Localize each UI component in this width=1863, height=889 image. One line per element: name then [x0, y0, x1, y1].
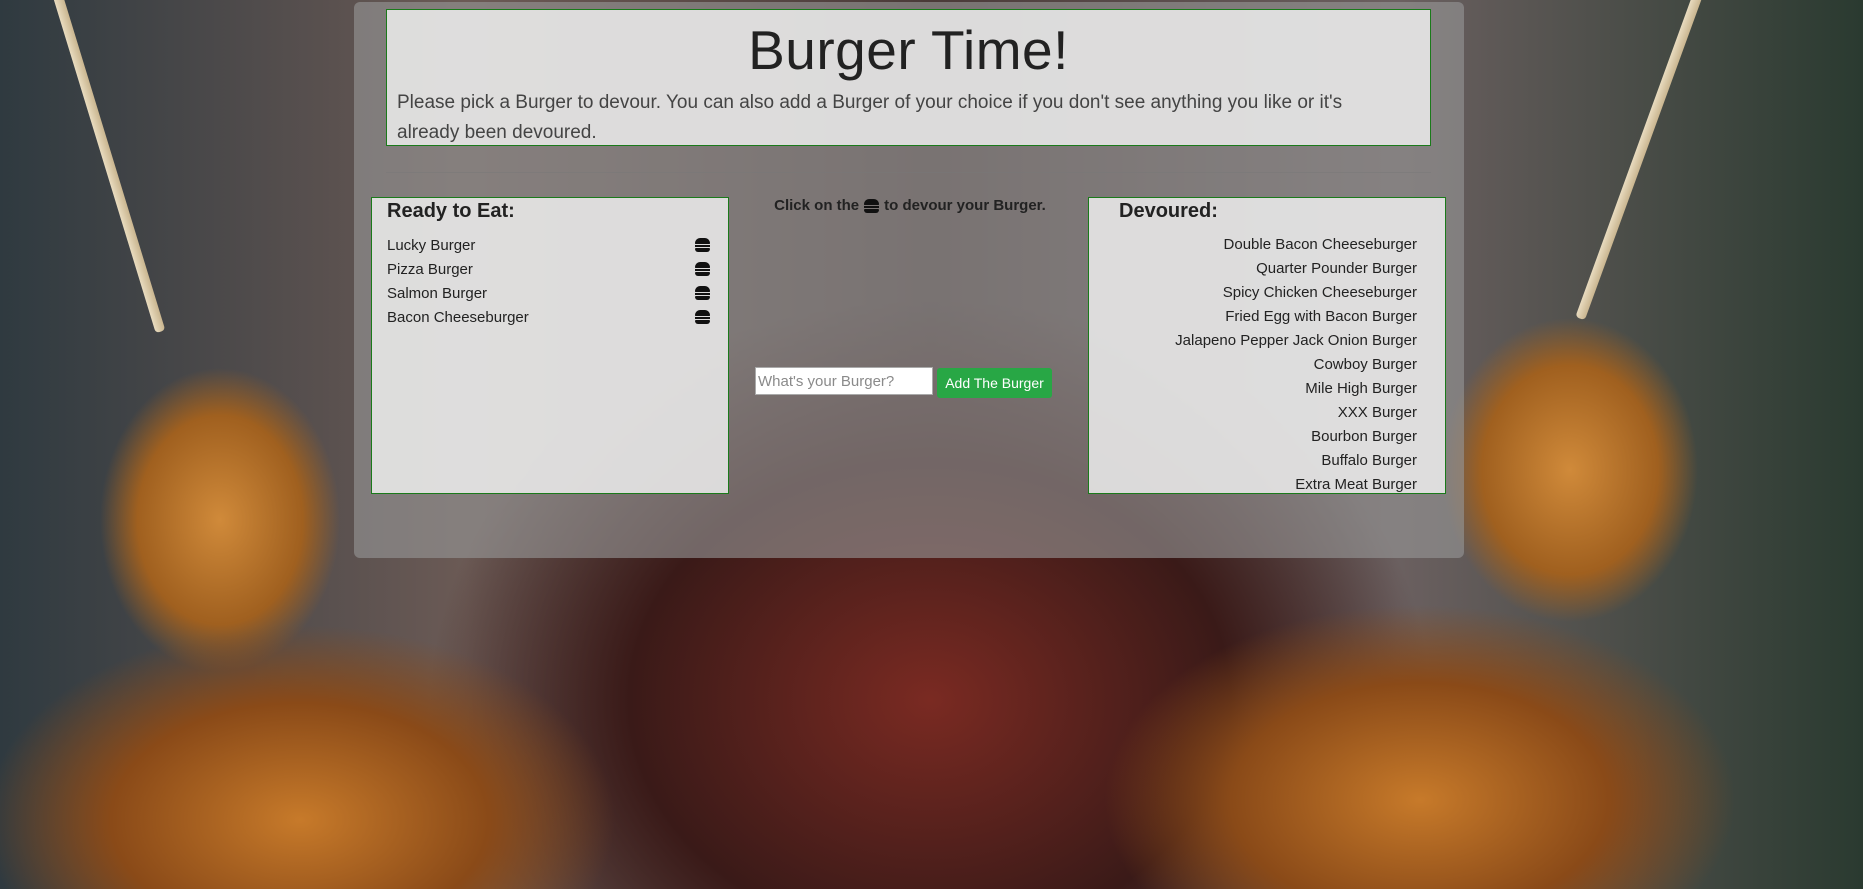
burger-name: Pizza Burger	[387, 260, 473, 278]
list-item: Jalapeno Pepper Jack Onion Burger	[1175, 332, 1417, 349]
list-item: Double Bacon Cheeseburger	[1223, 236, 1417, 253]
list-item: Fried Egg with Bacon Burger	[1225, 308, 1417, 325]
hamburger-icon[interactable]	[695, 262, 710, 276]
list-item: Pizza Burger	[387, 257, 710, 281]
devoured-box: Devoured: Double Bacon Cheeseburger Quar…	[1088, 197, 1446, 494]
hamburger-icon[interactable]	[695, 238, 710, 252]
divider	[386, 172, 1431, 173]
burger-name: Salmon Burger	[387, 284, 488, 302]
list-item: Extra Meat Burger	[1295, 476, 1417, 493]
hamburger-icon	[864, 198, 880, 213]
list-item: Salmon Burger	[387, 281, 710, 305]
devoured-list: Double Bacon Cheeseburger Quarter Pounde…	[1175, 233, 1417, 497]
page-title: Burger Time!	[748, 19, 1069, 81]
burger-name-input[interactable]	[755, 367, 933, 395]
page-lead: Please pick a Burger to devour. You can …	[397, 92, 1343, 143]
list-item: Lucky Burger	[387, 233, 710, 257]
ready-heading: Ready to Eat:	[387, 200, 515, 222]
list-item: Cowboy Burger	[1313, 356, 1417, 373]
devour-instructions: Click on the to devour your Burger.	[760, 197, 1060, 214]
list-item: Spicy Chicken Cheeseburger	[1222, 284, 1417, 301]
burger-name: Bacon Cheeseburger	[387, 308, 529, 326]
instructions-after: to devour your Burger.	[884, 197, 1046, 214]
ready-to-eat-box: Ready to Eat: Lucky Burger Pizza Burger …	[371, 197, 729, 494]
list-item: Mile High Burger	[1305, 380, 1417, 397]
skewer-left	[44, 0, 166, 334]
ready-list: Lucky Burger Pizza Burger Salmon Burger …	[387, 233, 710, 329]
add-burger-button[interactable]: Add The Burger	[937, 368, 1052, 398]
burger-name: Lucky Burger	[387, 236, 476, 254]
list-item: Bourbon Burger	[1311, 428, 1417, 445]
list-item: Quarter Pounder Burger	[1256, 260, 1417, 277]
devoured-heading: Devoured:	[1119, 200, 1218, 222]
list-item: Bacon Cheeseburger	[387, 305, 710, 329]
hamburger-icon[interactable]	[695, 310, 710, 324]
jumbotron: Burger Time! Please pick a Burger to dev…	[386, 9, 1431, 146]
instructions-before: Click on the	[774, 197, 860, 214]
hamburger-icon[interactable]	[695, 286, 710, 300]
list-item: XXX Burger	[1337, 404, 1417, 421]
skewer-right	[1575, 0, 1715, 321]
list-item: Buffalo Burger	[1321, 452, 1417, 469]
